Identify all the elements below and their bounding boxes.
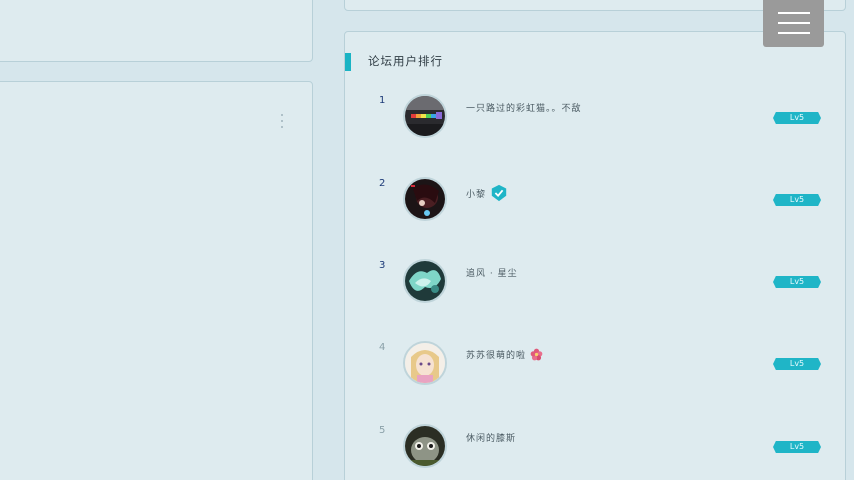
verified-shield-icon (490, 184, 508, 202)
username[interactable]: 追风 · 星尘 (466, 266, 518, 279)
rank-number: 4 (379, 342, 386, 353)
username-text: 追风 · 星尘 (466, 269, 518, 279)
avatar[interactable] (403, 424, 447, 468)
avatar[interactable] (403, 259, 447, 303)
username[interactable]: 一只路过的彩虹猫。。不敌 (466, 101, 582, 114)
vertical-ellipsis-icon[interactable] (279, 114, 285, 128)
left-main-panel (0, 81, 313, 480)
username-text: 苏苏很萌的啦 (466, 351, 527, 361)
level-badge: Lv5 (773, 276, 821, 288)
level-badge: Lv5 (773, 441, 821, 453)
avatar[interactable] (403, 177, 447, 221)
username-text: 休闲的膝斯 (466, 434, 517, 444)
section-accent-bar (345, 53, 351, 71)
ranking-row[interactable]: 4 苏苏很萌的啦 Lv5 (345, 341, 845, 402)
username-text: 一只路过的彩虹猫。。不敌 (466, 104, 582, 114)
hamburger-menu-icon[interactable] (763, 0, 824, 47)
level-badge: Lv5 (773, 194, 821, 206)
rank-number: 1 (379, 95, 386, 106)
username-text: 小黎 (466, 189, 487, 200)
avatar[interactable] (403, 341, 447, 385)
ranking-row[interactable]: 1 一只路过的彩虹猫。。不敌 Lv5 (345, 94, 845, 155)
avatar[interactable] (403, 94, 447, 138)
ranking-row[interactable]: 5 休闲的膝斯 Lv5 (345, 424, 845, 480)
rank-number: 3 (379, 260, 386, 271)
flower-icon (530, 348, 543, 361)
username[interactable]: 苏苏很萌的啦 (466, 348, 543, 361)
level-badge: Lv5 (773, 112, 821, 124)
ranking-row[interactable]: 2 小黎 Lv5 (345, 177, 845, 238)
ranking-title: 论坛用户排行 (368, 54, 443, 68)
left-top-panel (0, 0, 313, 62)
username[interactable]: 小黎 (466, 184, 508, 202)
rank-number: 5 (379, 425, 386, 436)
username[interactable]: 休闲的膝斯 (466, 431, 516, 444)
rank-number: 2 (379, 178, 386, 189)
level-badge: Lv5 (773, 358, 821, 370)
ranking-row[interactable]: 3 追风 · 星尘 Lv5 (345, 259, 845, 320)
